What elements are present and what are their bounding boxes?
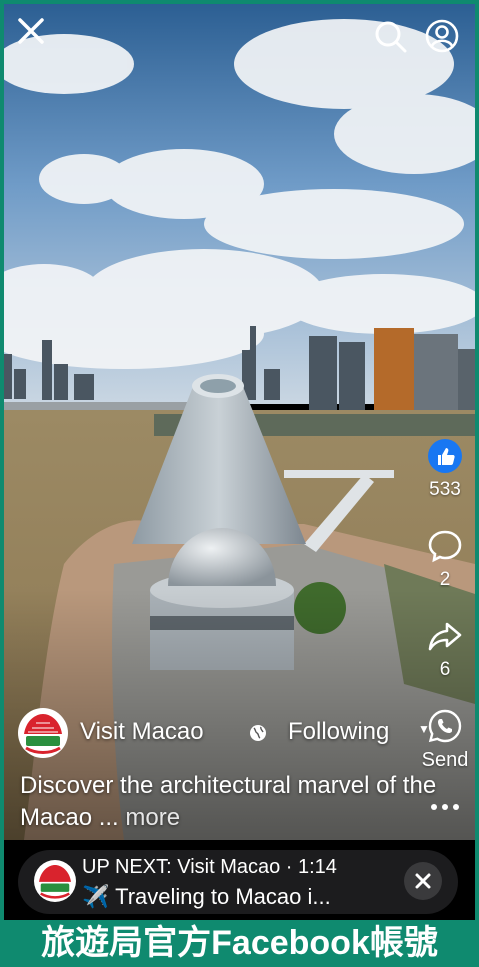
like-button[interactable]: 533 xyxy=(415,438,475,501)
share-count: 6 xyxy=(439,659,451,680)
caption-text: Discover the architectural marvel of the… xyxy=(20,772,437,831)
up-next-avatar xyxy=(34,860,76,902)
caption[interactable]: Discover the architectural marvel of the… xyxy=(20,770,460,834)
following-button[interactable]: Following xyxy=(288,718,389,746)
search-button[interactable] xyxy=(374,20,408,54)
like-count: 533 xyxy=(429,479,461,500)
author-name[interactable]: Visit Macao xyxy=(80,718,204,746)
comment-button[interactable]: 2 xyxy=(415,528,475,591)
profile-icon xyxy=(425,19,459,53)
comment-count: 2 xyxy=(439,569,451,590)
up-next-title: UP NEXT: Visit Macao · 1:14 xyxy=(82,856,337,878)
send-label: Send xyxy=(421,749,469,771)
macao-logo-icon xyxy=(19,709,67,757)
up-next-card[interactable]: UP NEXT: Visit Macao · 1:14 ✈️ Traveling… xyxy=(18,850,458,914)
dismiss-button[interactable] xyxy=(404,862,442,900)
close-button[interactable] xyxy=(14,14,48,48)
profile-button[interactable] xyxy=(424,18,460,54)
share-icon xyxy=(428,622,462,651)
macao-logo-icon xyxy=(34,860,76,902)
comment-icon xyxy=(428,530,462,563)
close-icon xyxy=(18,18,44,44)
whatsapp-icon xyxy=(428,709,462,743)
up-next-subtitle: ✈️ Traveling to Macao i... xyxy=(82,884,331,909)
chevron-down-icon: ▼ xyxy=(418,722,430,736)
caption-banner: 旅遊局官方Facebook帳號 xyxy=(41,924,438,962)
close-icon xyxy=(415,873,431,889)
see-more-link[interactable]: more xyxy=(125,804,180,831)
video-screen: 533 2 6 Send Visit Macao Following ▼ Dis… xyxy=(4,4,475,920)
share-button[interactable]: 6 xyxy=(415,618,475,681)
search-icon xyxy=(375,21,407,53)
author-row: Visit Macao Following ▼ xyxy=(18,708,430,762)
send-button[interactable]: Send xyxy=(415,708,475,772)
globe-icon xyxy=(250,725,266,741)
like-icon xyxy=(428,439,462,473)
avatar[interactable] xyxy=(18,708,68,758)
app-frame: 533 2 6 Send Visit Macao Following ▼ Dis… xyxy=(0,0,479,967)
